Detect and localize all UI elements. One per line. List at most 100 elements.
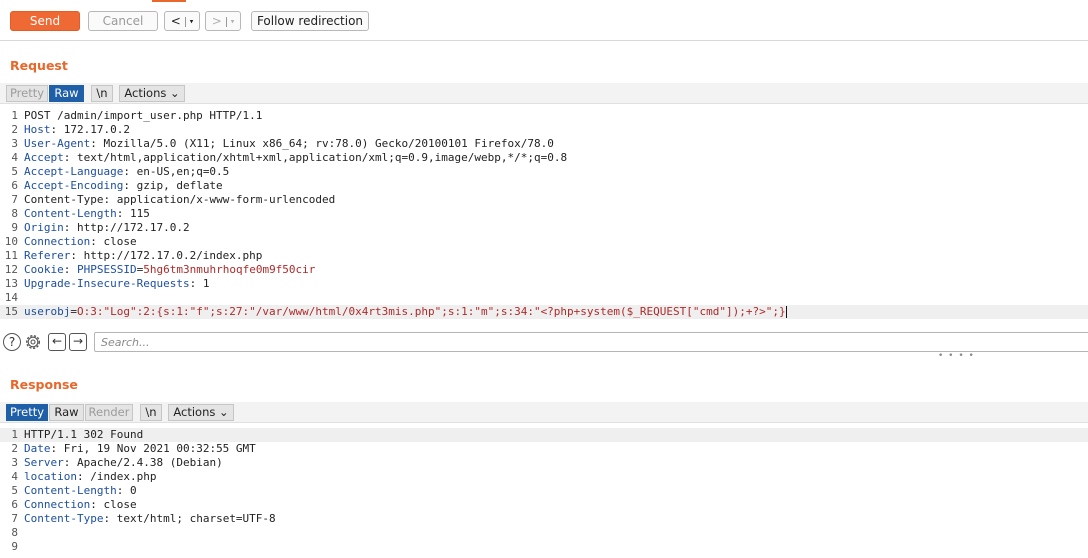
header-name: Cookie bbox=[24, 263, 64, 276]
cookie-value: 5hg6tm3nmuhrhoqfe0m9f50cir bbox=[143, 263, 316, 276]
header-name: Origin bbox=[24, 221, 64, 234]
line-number: 5 bbox=[11, 165, 18, 178]
text-caret bbox=[785, 306, 787, 318]
header-value: : http://172.17.0.2 bbox=[63, 221, 190, 234]
header-value: : http://172.17.0.2/index.php bbox=[70, 249, 263, 262]
code-line: 12 Cookie: PHPSESSID=5hg6tm3nmuhrhoqfe0m9… bbox=[0, 263, 1088, 277]
split-divider bbox=[184, 16, 186, 27]
body-param-name: userobj bbox=[24, 305, 71, 318]
tab-raw[interactable]: Raw bbox=[49, 404, 84, 421]
line-number: 10 bbox=[4, 235, 18, 248]
code-line: 8 bbox=[0, 526, 1088, 540]
header-name: Accept-Language bbox=[24, 165, 124, 178]
help-icon[interactable]: ? bbox=[3, 333, 21, 351]
header-separator: : bbox=[63, 263, 77, 276]
code-line: 4 location: /index.php bbox=[0, 470, 1088, 484]
header-value: : Fri, 19 Nov 2021 00:32:55 GMT bbox=[50, 442, 256, 455]
line-number: 6 bbox=[11, 498, 18, 511]
cancel-button[interactable]: Cancel bbox=[88, 11, 158, 31]
header-name: Host bbox=[24, 123, 51, 136]
header-name: Accept bbox=[24, 151, 64, 164]
request-view-tabs: Pretty Raw \n Actions ⌄ bbox=[0, 83, 1088, 104]
request-editor[interactable]: 1 POST /admin/import_user.php HTTP/1.1 2H… bbox=[0, 109, 1088, 327]
code-line: 13 Upgrade-Insecure-Requests: 1 bbox=[0, 277, 1088, 291]
search-input[interactable] bbox=[94, 332, 1088, 352]
tab-pretty[interactable]: Pretty bbox=[6, 404, 48, 421]
tab-newline-toggle[interactable]: \n bbox=[140, 404, 162, 421]
header-value: : application/x-www-form-urlencoded bbox=[103, 193, 336, 206]
header-value: : gzip, deflate bbox=[123, 179, 223, 192]
arrow-left-icon[interactable]: ← bbox=[48, 333, 66, 351]
search-bar: ? ← → bbox=[0, 331, 1088, 353]
code-line: 1 POST /admin/import_user.php HTTP/1.1 bbox=[0, 109, 1088, 123]
code-line: 11 Referer: http://172.17.0.2/index.php bbox=[0, 249, 1088, 263]
line-number: 7 bbox=[11, 512, 18, 525]
line-number: 1 bbox=[11, 428, 18, 441]
resize-grip-icon[interactable]: • • • • bbox=[938, 351, 975, 361]
tab-render[interactable]: Render bbox=[85, 404, 133, 421]
code-line: 8 Content-Length: 115 bbox=[0, 207, 1088, 221]
body-param-value: O:3:"Log":2:{s:1:"f";s:27:"/var/www/html… bbox=[76, 305, 786, 318]
line-number: 1 bbox=[11, 109, 18, 122]
line-number: 4 bbox=[11, 151, 18, 164]
line-number: 12 bbox=[4, 263, 18, 276]
code-line: 2 Host: 172.17.0.2 bbox=[0, 123, 1088, 137]
code-line: 6 Accept-Encoding: gzip, deflate bbox=[0, 179, 1088, 193]
code-line: 5 Content-Length: 0 bbox=[0, 484, 1088, 498]
line-number: 5 bbox=[11, 484, 18, 497]
header-name: Server bbox=[24, 456, 64, 469]
code-line: 5 Accept-Language: en-US,en;q=0.5 bbox=[0, 165, 1088, 179]
gear-icon[interactable] bbox=[23, 332, 43, 352]
line-number: 15 bbox=[4, 305, 18, 318]
tab-raw[interactable]: Raw bbox=[49, 85, 84, 102]
line-number: 8 bbox=[11, 526, 18, 539]
response-view-tabs: Pretty Raw Render \n Actions ⌄ bbox=[0, 402, 1088, 423]
code-line: 4 Accept: text/html,application/xhtml+xml… bbox=[0, 151, 1088, 165]
arrow-right-icon[interactable]: → bbox=[69, 333, 87, 351]
response-title: Response bbox=[10, 377, 78, 392]
line-number: 4 bbox=[11, 470, 18, 483]
back-label: < bbox=[170, 14, 181, 28]
follow-redirection-button[interactable]: Follow redirection bbox=[251, 11, 369, 31]
header-value: : 172.17.0.2 bbox=[50, 123, 130, 136]
header-value: : Mozilla/5.0 (X11; Linux x86_64; rv:78.… bbox=[90, 137, 554, 150]
header-name: Connection bbox=[24, 498, 91, 511]
chevron-down-icon[interactable]: ▾ bbox=[190, 18, 194, 26]
header-value: : text/html; charset=UTF-8 bbox=[103, 512, 276, 525]
header-value: : text/html,application/xhtml+xml,applic… bbox=[63, 151, 568, 164]
header-value: : close bbox=[90, 235, 137, 248]
response-viewer[interactable]: 1 HTTP/1.1 302 Found 2 Date: Fri, 19 Nov 2… bbox=[0, 428, 1088, 558]
header-name: Content-Type bbox=[24, 193, 104, 206]
header-value: : 0 bbox=[116, 484, 137, 497]
line-number: 3 bbox=[11, 456, 18, 469]
line-number: 2 bbox=[11, 442, 18, 455]
line-number: 14 bbox=[4, 291, 18, 304]
actions-dropdown[interactable]: Actions ⌄ bbox=[119, 85, 185, 102]
header-name: Upgrade-Insecure-Requests bbox=[24, 277, 190, 290]
code-line: 10 Connection: close bbox=[0, 235, 1088, 249]
chevron-down-icon[interactable]: ▾ bbox=[231, 18, 235, 26]
header-value: : 1 bbox=[189, 277, 210, 290]
line-number: 9 bbox=[11, 540, 18, 553]
history-back-button[interactable]: < ▾ bbox=[164, 11, 200, 31]
send-button[interactable]: Send bbox=[10, 11, 80, 31]
code-line: 14 bbox=[0, 291, 1088, 305]
tab-pretty[interactable]: Pretty bbox=[6, 85, 48, 102]
actions-dropdown[interactable]: Actions ⌄ bbox=[168, 404, 234, 421]
active-tab-indicator bbox=[152, 0, 186, 2]
header-name: Content-Length bbox=[24, 207, 117, 220]
cookie-name: PHPSESSID bbox=[77, 263, 137, 276]
history-forward-button[interactable]: > ▾ bbox=[205, 11, 241, 31]
line-number: 2 bbox=[11, 123, 18, 136]
request-line: POST /admin/import_user.php HTTP/1.1 bbox=[24, 109, 263, 122]
header-name: Content-Length bbox=[24, 484, 117, 497]
tab-newline-toggle[interactable]: \n bbox=[91, 85, 113, 102]
header-value: : en-US,en;q=0.5 bbox=[123, 165, 230, 178]
code-line: 6 Connection: close bbox=[0, 498, 1088, 512]
header-name: Content-Type bbox=[24, 512, 104, 525]
header-name: Date bbox=[24, 442, 51, 455]
code-line: 9 bbox=[0, 540, 1088, 554]
code-line: 7 Content-Type: text/html; charset=UTF-8 bbox=[0, 512, 1088, 526]
request-title: Request bbox=[10, 58, 68, 73]
header-name: location bbox=[24, 470, 77, 483]
